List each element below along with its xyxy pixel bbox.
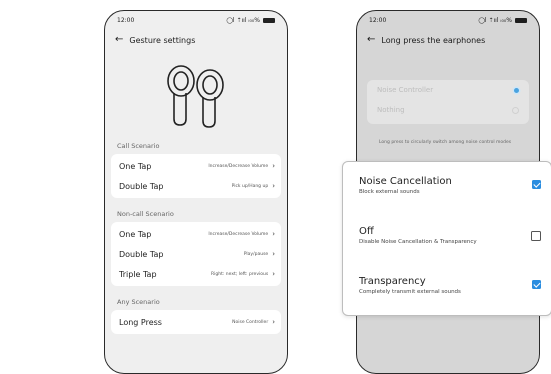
popup-item-title: Transparency xyxy=(359,276,426,287)
row-label: Double Tap xyxy=(119,249,164,259)
option-label: Nothing xyxy=(377,106,405,114)
any-scenario-card: Long Press Noise Controller › xyxy=(111,310,281,334)
chevron-right-icon: › xyxy=(272,230,275,238)
row-value-text: Right: next; left: previous xyxy=(211,271,269,277)
page-title: Gesture settings xyxy=(129,35,196,45)
row-value: Pick up/Hang up › xyxy=(232,182,275,190)
row-call-double-tap[interactable]: Double Tap Pick up/Hang up › xyxy=(111,176,281,196)
popup-item-off[interactable]: Off Disable Noise Cancellation & Transpa… xyxy=(359,226,544,246)
non-call-scenario-card: One Tap Increase/Decrease Volume › Double… xyxy=(111,222,281,286)
row-value-text: Play/pause xyxy=(243,251,269,257)
row-label: One Tap xyxy=(119,229,152,239)
chevron-right-icon: › xyxy=(272,182,275,190)
row-label: Long Press xyxy=(119,317,162,327)
status-icons: ◯l ⇡ııl ᵢ₀₀% xyxy=(226,17,275,24)
checkbox-checked-icon[interactable] xyxy=(532,280,541,289)
checkbox-checked-icon[interactable] xyxy=(532,180,541,189)
popup-item-subtitle: Disable Noise Cancellation & Transparenc… xyxy=(359,239,477,245)
row-value-text: Noise Controller xyxy=(232,319,269,325)
row-value-text: Pick up/Hang up xyxy=(231,183,269,189)
option-noise-controller[interactable]: Noise Controller xyxy=(367,80,529,100)
popup-item-subtitle: Block external sounds xyxy=(359,189,420,195)
chevron-right-icon: › xyxy=(272,270,275,278)
row-value-text: Increase/Decrease Volume xyxy=(208,231,269,237)
chevron-right-icon: › xyxy=(272,250,275,258)
noise-mode-popup: Noise Cancellation Block external sounds… xyxy=(342,161,551,316)
hint-text: Long press to circularly switch among no… xyxy=(379,140,512,145)
chevron-right-icon: › xyxy=(272,318,275,326)
section-label-call: Call Scenario xyxy=(117,142,160,150)
row-noncall-one-tap[interactable]: One Tap Increase/Decrease Volume › xyxy=(111,224,281,244)
noise-options-card: Noise Controller Nothing xyxy=(367,80,529,124)
row-value: Increase/Decrease Volume › xyxy=(208,162,275,170)
row-value: Increase/Decrease Volume › xyxy=(208,230,275,238)
battery-icon xyxy=(263,17,275,23)
signal-wifi-icon: ◯l ⇡ııl ᵢ₀₀% xyxy=(226,16,260,24)
earbuds-illustration xyxy=(105,51,287,136)
radio-selected-icon[interactable] xyxy=(514,87,519,93)
option-nothing[interactable]: Nothing xyxy=(367,100,529,120)
section-label-any: Any Scenario xyxy=(117,298,160,306)
row-label: Triple Tap xyxy=(119,269,157,279)
row-noncall-double-tap[interactable]: Double Tap Play/pause › xyxy=(111,244,281,264)
chevron-right-icon: › xyxy=(272,162,275,170)
row-value: Right: next; left: previous › xyxy=(211,270,275,278)
option-label: Noise Controller xyxy=(377,86,434,94)
row-label: Double Tap xyxy=(119,181,164,191)
back-arrow-icon[interactable]: ← xyxy=(115,35,123,45)
header: ← Gesture settings xyxy=(105,29,287,51)
row-call-one-tap[interactable]: One Tap Increase/Decrease Volume › xyxy=(111,156,281,176)
popup-item-subtitle: Completely transmit external sounds xyxy=(359,289,461,295)
phone-gesture-settings: 12:00 ◯l ⇡ııl ᵢ₀₀% ← Gesture settings Ca… xyxy=(104,10,288,374)
section-label-non-call: Non-call Scenario xyxy=(117,210,174,218)
popup-item-noise-cancellation[interactable]: Noise Cancellation Block external sounds xyxy=(359,176,544,196)
row-value: Noise Controller › xyxy=(232,318,275,326)
row-value-text: Increase/Decrease Volume xyxy=(208,163,269,169)
popup-item-transparency[interactable]: Transparency Completely transmit externa… xyxy=(359,276,544,296)
status-time: 12:00 xyxy=(117,16,135,24)
radio-empty-icon[interactable] xyxy=(512,106,519,114)
row-noncall-triple-tap[interactable]: Triple Tap Right: next; left: previous › xyxy=(111,264,281,284)
call-scenario-card: One Tap Increase/Decrease Volume › Double… xyxy=(111,154,281,198)
row-value: Play/pause › xyxy=(244,250,275,258)
earbuds-icon xyxy=(167,64,224,128)
popup-item-title: Noise Cancellation xyxy=(359,176,452,187)
popup-item-title: Off xyxy=(359,226,374,237)
checkbox-unchecked-icon[interactable] xyxy=(531,231,541,241)
row-long-press[interactable]: Long Press Noise Controller › xyxy=(111,312,281,332)
row-label: One Tap xyxy=(119,161,152,171)
status-bar: 12:00 ◯l ⇡ııl ᵢ₀₀% xyxy=(105,11,287,29)
